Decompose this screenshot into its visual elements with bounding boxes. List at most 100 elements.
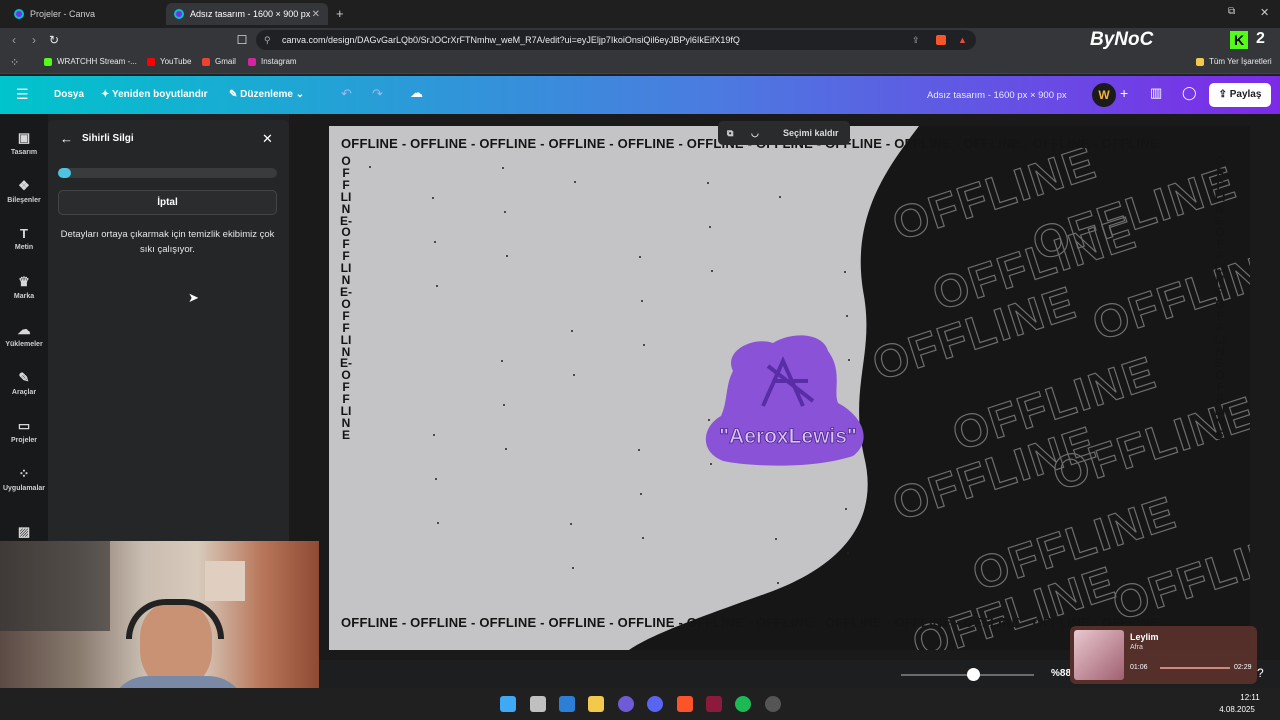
close-panel-icon[interactable]: ✕ [262, 131, 273, 147]
menu-icon[interactable]: ☰ [16, 86, 29, 103]
rail-item-tools[interactable]: ✎ Araçlar [0, 370, 48, 396]
back-icon[interactable]: ‹ [6, 32, 22, 48]
rail-item-projects[interactable]: ▭ Projeler [0, 418, 48, 444]
loading-spinner-icon: ◡ [751, 128, 759, 138]
browser-toolbar: ‹ › ↻ ☐ ⚲ canva.com/design/DAGvGarLQb0/S… [0, 28, 1280, 52]
file-menu[interactable]: Dosya [54, 89, 84, 100]
clock-date[interactable]: 4.08.2025 [1214, 705, 1260, 714]
bookmark-instagram[interactable]: Instagram [248, 57, 297, 66]
redo-icon[interactable]: ↷ [372, 86, 383, 102]
canvas-speckle [642, 537, 644, 539]
webcam-wall-frame [205, 561, 245, 601]
canvas-speckle [435, 478, 437, 480]
help-icon[interactable]: ? [1257, 666, 1264, 680]
track-elapsed: 01:06 [1130, 664, 1148, 671]
obs-icon[interactable] [765, 696, 781, 712]
deselect-button[interactable]: Seçimi kaldır [783, 121, 839, 145]
bottom-offline-row: OFFLINE - OFFLINE - OFFLINE - OFFLINE - … [341, 615, 1159, 630]
back-arrow-icon[interactable]: ← [60, 131, 73, 146]
add-collaborator-icon[interactable]: + [1120, 85, 1128, 101]
reload-icon[interactable]: ↻ [46, 32, 62, 48]
webcam-headset [126, 599, 224, 639]
canvas-speckle [641, 300, 643, 302]
close-tab-icon[interactable]: ✕ [312, 9, 320, 20]
extension-badge: 2 [1256, 30, 1265, 47]
progress-bar [58, 168, 277, 178]
app-icon[interactable] [618, 696, 634, 712]
windows-start-icon[interactable] [500, 696, 516, 712]
cancel-button[interactable]: İptal [58, 190, 277, 215]
canvas-speckle [574, 181, 576, 183]
bookmark-icon[interactable]: ☐ [234, 32, 250, 48]
rail-item-text[interactable]: T Metin [0, 226, 48, 251]
zoom-slider-knob[interactable] [967, 668, 980, 681]
canva-favicon-icon [174, 9, 184, 19]
browser-tab-projects[interactable]: Projeler - Canva [6, 3, 164, 25]
browser-tab-design[interactable]: Adsız tasarım - 1600 × 900 px ✕ [166, 3, 328, 25]
bookmark-wratchh[interactable]: WRATCHH Stream -... [44, 57, 137, 66]
canvas-speckle [775, 538, 777, 540]
forward-icon[interactable]: › [26, 32, 42, 48]
apps-icon: ⁘ [18, 466, 30, 481]
tab-label: Projeler - Canva [30, 9, 96, 19]
cloud-save-icon[interactable]: ☁ [410, 85, 423, 101]
duplicate-icon[interactable]: ⧉ [727, 121, 733, 145]
canvas-speckle [709, 226, 711, 228]
design-canvas[interactable]: OFFLINE OFFLINE OFFLINE OFFLINE OFFLINE OFFLI… [329, 126, 1250, 650]
rail-item-design[interactable]: ▣ Tasarım [0, 130, 48, 156]
all-bookmarks[interactable]: Tüm Yer İşaretleri [1196, 57, 1272, 66]
discord-icon[interactable] [647, 696, 663, 712]
elements-icon: ❖ [18, 178, 30, 193]
apps-grid-icon[interactable]: ⁘ [10, 56, 19, 69]
task-view-icon[interactable] [530, 696, 546, 712]
rail-item-brand[interactable]: ♛ Marka [0, 274, 48, 300]
comments-icon[interactable]: ◯ [1182, 85, 1197, 101]
sparkle-icon: ✦ [101, 89, 112, 100]
kick-extension-icon[interactable]: K [1230, 31, 1248, 49]
text-icon: T [20, 226, 28, 241]
site-info-icon[interactable]: ⚲ [264, 30, 271, 50]
share-button[interactable]: ⇪ Paylaş [1209, 83, 1271, 107]
new-tab-icon[interactable]: + [336, 6, 344, 21]
brand-icon: ♛ [18, 274, 30, 289]
music-player-overlay: Leylim Afra 01:06 02:29 [1070, 626, 1257, 684]
resize-button[interactable]: ✦ Yeniden boyutlandır [101, 89, 208, 100]
magic-eraser-panel: ← Sihirli Silgi ✕ İptal Detayları ortaya… [48, 120, 289, 550]
aeroxlewis-logo[interactable]: "AeroxLewis" [703, 331, 873, 467]
next-app-icon[interactable] [706, 696, 722, 712]
avatar[interactable]: W [1092, 83, 1116, 107]
brave-browser-icon[interactable] [677, 696, 693, 712]
bookmark-gmail[interactable]: Gmail [202, 57, 236, 66]
draw-icon: ✎ [18, 370, 30, 385]
zoom-level[interactable]: %88 [1051, 668, 1071, 679]
document-title[interactable]: Adsız tasarım - 1600 px × 900 px [927, 90, 1067, 101]
address-bar[interactable]: ⚲ canva.com/design/DAGvGarLQb0/SrJOCrXrF… [256, 30, 976, 50]
store-icon[interactable] [559, 696, 575, 712]
track-artist: Afra [1130, 644, 1143, 651]
rail-item-apps[interactable]: ⁘ Uygulamalar [0, 466, 48, 492]
overlay-logo: ByNoC [1090, 29, 1154, 50]
canvas-speckle [503, 404, 505, 406]
canvas-speckle [846, 315, 848, 317]
insights-icon[interactable]: ▥ [1150, 85, 1162, 101]
rail-item-uploads[interactable]: ☁ Yüklemeler [0, 322, 48, 348]
brave-rewards-icon[interactable]: ▲ [958, 30, 967, 50]
spotify-icon[interactable] [735, 696, 751, 712]
album-art [1074, 630, 1124, 680]
canvas-speckle [436, 285, 438, 287]
rail-item-elements[interactable]: ❖ Bileşenler [0, 178, 48, 204]
canvas-speckle [571, 330, 573, 332]
kick-icon [44, 57, 52, 66]
undo-icon[interactable]: ↶ [341, 86, 352, 102]
webcam-monitor [0, 541, 110, 631]
clock-time[interactable]: 12:11 [1230, 693, 1270, 702]
edit-mode-button[interactable]: ✎ Düzenleme ⌄ [229, 89, 304, 100]
close-window-icon[interactable]: ✕ [1260, 6, 1269, 19]
brave-shield-icon[interactable] [936, 35, 946, 45]
canvas-speckle [573, 374, 575, 376]
windows-taskbar: 12:11 4.08.2025 [0, 688, 1280, 720]
file-explorer-icon[interactable] [588, 696, 604, 712]
share-page-icon[interactable]: ⇪ [912, 30, 920, 50]
restore-window-icon[interactable]: ⧉ [1228, 6, 1235, 17]
bookmark-youtube[interactable]: YouTube [147, 57, 191, 66]
